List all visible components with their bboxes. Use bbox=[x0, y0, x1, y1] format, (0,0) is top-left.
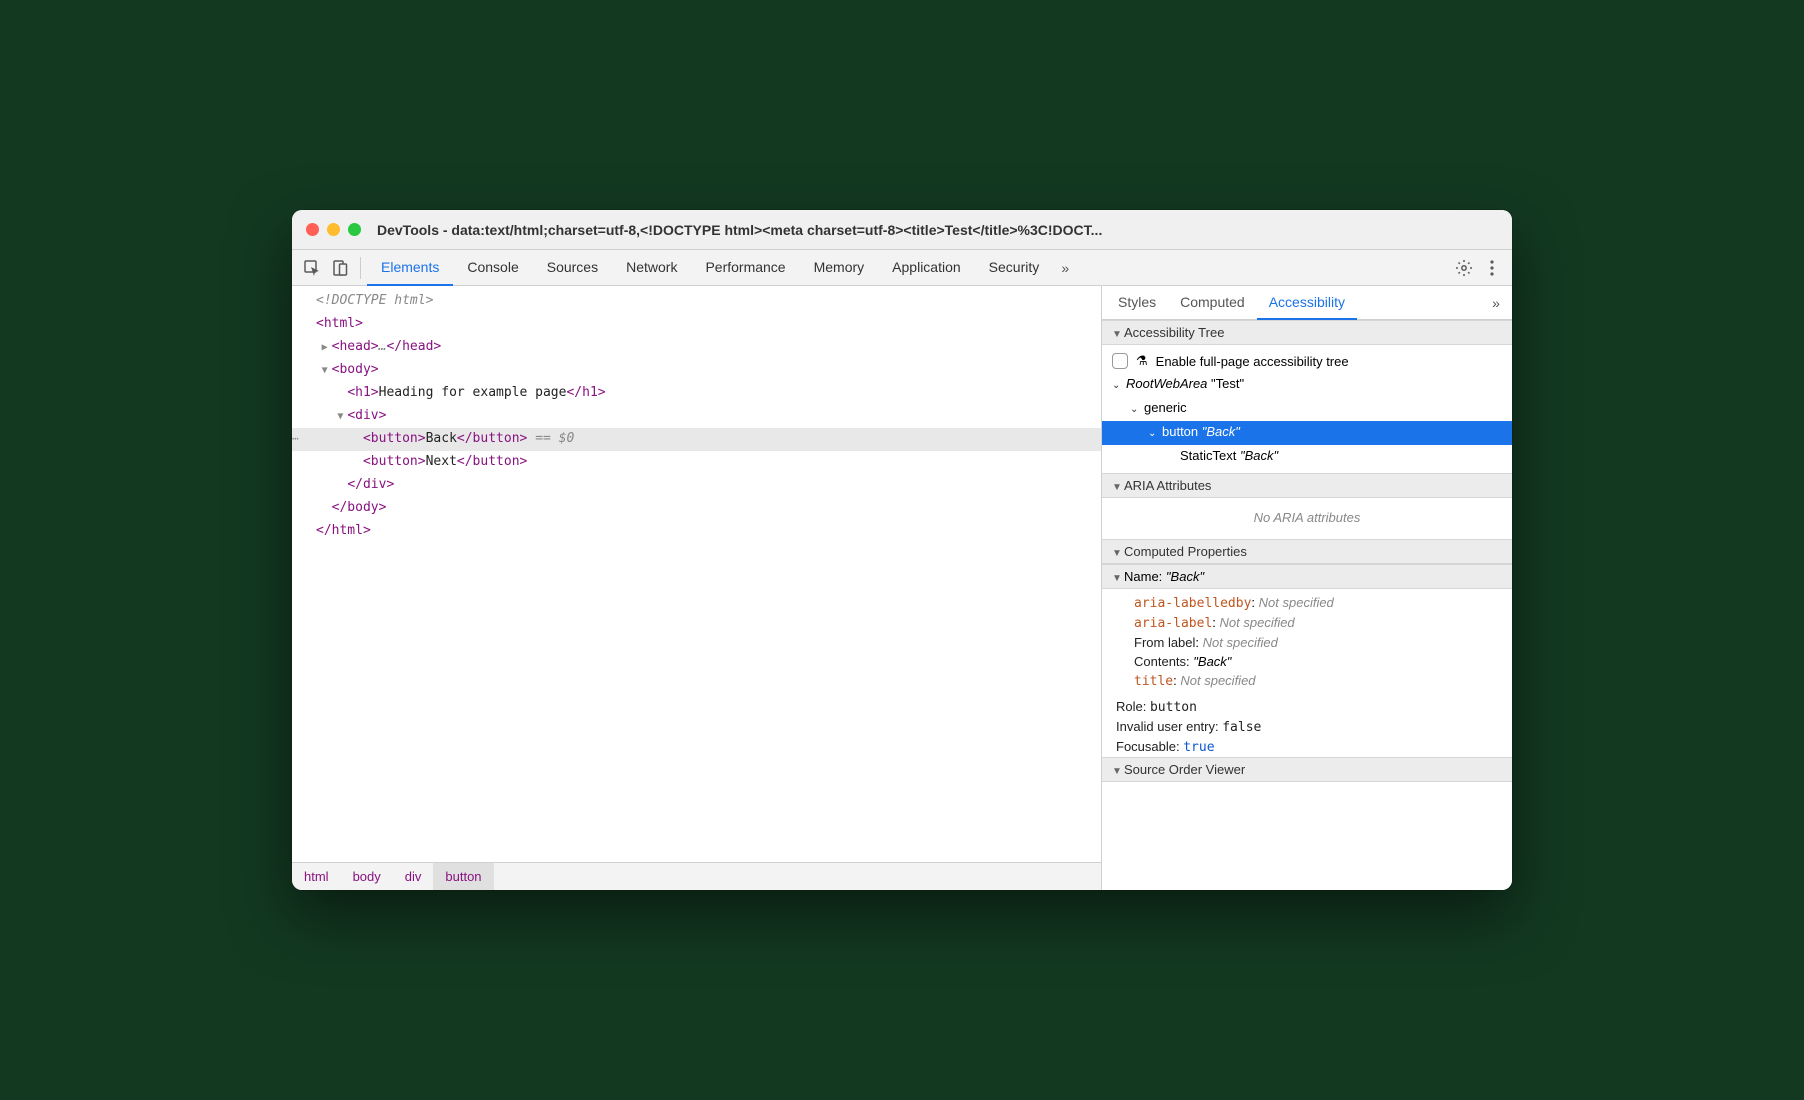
tab-sources[interactable]: Sources bbox=[533, 250, 612, 286]
name-source-row: title: Not specified bbox=[1102, 671, 1512, 691]
name-value: "Back" bbox=[1166, 569, 1204, 584]
aria-section[interactable]: ▼ARIA Attributes bbox=[1102, 473, 1512, 498]
name-property-header[interactable]: ▼Name: "Back" bbox=[1102, 564, 1512, 589]
name-source-row: aria-labelledby: Not specified bbox=[1102, 593, 1512, 613]
section-title: Computed Properties bbox=[1124, 544, 1247, 559]
source-order-section[interactable]: ▼Source Order Viewer bbox=[1102, 757, 1512, 782]
experiment-flask-icon: ⚗ bbox=[1136, 353, 1148, 369]
enable-label: Enable full-page accessibility tree bbox=[1156, 354, 1349, 369]
dom-line[interactable]: </div> bbox=[292, 474, 1101, 497]
focusable-row: Focusable: true bbox=[1102, 737, 1512, 757]
sidebar-tabs: StylesComputedAccessibility » bbox=[1102, 286, 1512, 320]
crumb-html[interactable]: html bbox=[292, 863, 341, 890]
devtools-window: DevTools - data:text/html;charset=utf-8,… bbox=[292, 210, 1512, 890]
separator bbox=[360, 257, 361, 279]
minimize-icon[interactable] bbox=[327, 223, 340, 236]
dom-line[interactable]: <button>Back</button> == $0 bbox=[292, 428, 1101, 451]
main-toolbar: ElementsConsoleSourcesNetworkPerformance… bbox=[292, 250, 1512, 286]
a11y-node[interactable]: StaticText "Back" bbox=[1102, 445, 1512, 467]
enable-full-tree-row: ⚗ Enable full-page accessibility tree bbox=[1102, 349, 1512, 373]
traffic-lights bbox=[306, 223, 361, 236]
computed-props-section[interactable]: ▼Computed Properties bbox=[1102, 539, 1512, 564]
tab-memory[interactable]: Memory bbox=[800, 250, 879, 286]
section-title: ARIA Attributes bbox=[1124, 478, 1211, 493]
tab-console[interactable]: Console bbox=[453, 250, 532, 286]
a11y-node[interactable]: ⌄generic bbox=[1102, 397, 1512, 421]
settings-gear-icon[interactable] bbox=[1450, 254, 1478, 282]
sidebar-tab-computed[interactable]: Computed bbox=[1168, 286, 1257, 320]
maximize-icon[interactable] bbox=[348, 223, 361, 236]
title-bar: DevTools - data:text/html;charset=utf-8,… bbox=[292, 210, 1512, 250]
accessibility-tree-section[interactable]: ▼Accessibility Tree bbox=[1102, 320, 1512, 345]
sidebar-tab-accessibility[interactable]: Accessibility bbox=[1257, 286, 1357, 320]
role-row: Role: button bbox=[1102, 697, 1512, 717]
a11y-tree[interactable]: ⌄RootWebArea "Test"⌄generic⌄button "Back… bbox=[1102, 373, 1512, 467]
a11y-node[interactable]: ⌄RootWebArea "Test" bbox=[1102, 373, 1512, 397]
main-area: <!DOCTYPE html> <html> ▶<head>…</head> ▼… bbox=[292, 286, 1512, 890]
tab-network[interactable]: Network bbox=[612, 250, 691, 286]
name-source-row: aria-label: Not specified bbox=[1102, 613, 1512, 633]
name-label: Name: bbox=[1124, 569, 1162, 584]
a11y-node[interactable]: ⌄button "Back" bbox=[1102, 421, 1512, 445]
window-title: DevTools - data:text/html;charset=utf-8,… bbox=[377, 222, 1498, 238]
tab-elements[interactable]: Elements bbox=[367, 250, 453, 286]
tab-performance[interactable]: Performance bbox=[691, 250, 799, 286]
sidebar: StylesComputedAccessibility » ▼Accessibi… bbox=[1102, 286, 1512, 890]
close-icon[interactable] bbox=[306, 223, 319, 236]
dom-line[interactable]: </html> bbox=[292, 520, 1101, 543]
crumb-div[interactable]: div bbox=[393, 863, 434, 890]
dom-line[interactable]: <!DOCTYPE html> bbox=[292, 290, 1101, 313]
inspect-icon[interactable] bbox=[298, 254, 326, 282]
dom-line[interactable]: </body> bbox=[292, 497, 1101, 520]
tabs-overflow-icon[interactable]: » bbox=[1053, 260, 1077, 276]
dom-line[interactable]: <h1>Heading for example page</h1> bbox=[292, 382, 1101, 405]
tab-application[interactable]: Application bbox=[878, 250, 975, 286]
dom-line[interactable]: ▼<body> bbox=[292, 359, 1101, 382]
kebab-menu-icon[interactable] bbox=[1478, 254, 1506, 282]
aria-empty-text: No ARIA attributes bbox=[1102, 502, 1512, 533]
invalid-row: Invalid user entry: false bbox=[1102, 717, 1512, 737]
accessibility-panel: ▼Accessibility Tree ⚗ Enable full-page a… bbox=[1102, 320, 1512, 890]
sidebar-overflow-icon[interactable]: » bbox=[1484, 295, 1508, 311]
breadcrumb: htmlbodydivbutton bbox=[292, 862, 1101, 890]
dom-line[interactable]: ▶<head>…</head> bbox=[292, 336, 1101, 359]
dom-line[interactable]: <button>Next</button> bbox=[292, 451, 1101, 474]
dom-line[interactable]: <html> bbox=[292, 313, 1101, 336]
sidebar-tab-styles[interactable]: Styles bbox=[1106, 286, 1168, 320]
dom-tree[interactable]: <!DOCTYPE html> <html> ▶<head>…</head> ▼… bbox=[292, 286, 1101, 862]
crumb-body[interactable]: body bbox=[341, 863, 393, 890]
crumb-button[interactable]: button bbox=[433, 863, 493, 890]
device-toggle-icon[interactable] bbox=[326, 254, 354, 282]
section-title: Accessibility Tree bbox=[1124, 325, 1224, 340]
enable-full-tree-checkbox[interactable] bbox=[1112, 353, 1128, 369]
name-source-row: Contents: "Back" bbox=[1102, 652, 1512, 671]
name-source-row: From label: Not specified bbox=[1102, 633, 1512, 652]
dom-line[interactable]: ▼<div> bbox=[292, 405, 1101, 428]
section-title: Source Order Viewer bbox=[1124, 762, 1245, 777]
elements-panel: <!DOCTYPE html> <html> ▶<head>…</head> ▼… bbox=[292, 286, 1102, 890]
tab-security[interactable]: Security bbox=[975, 250, 1054, 286]
